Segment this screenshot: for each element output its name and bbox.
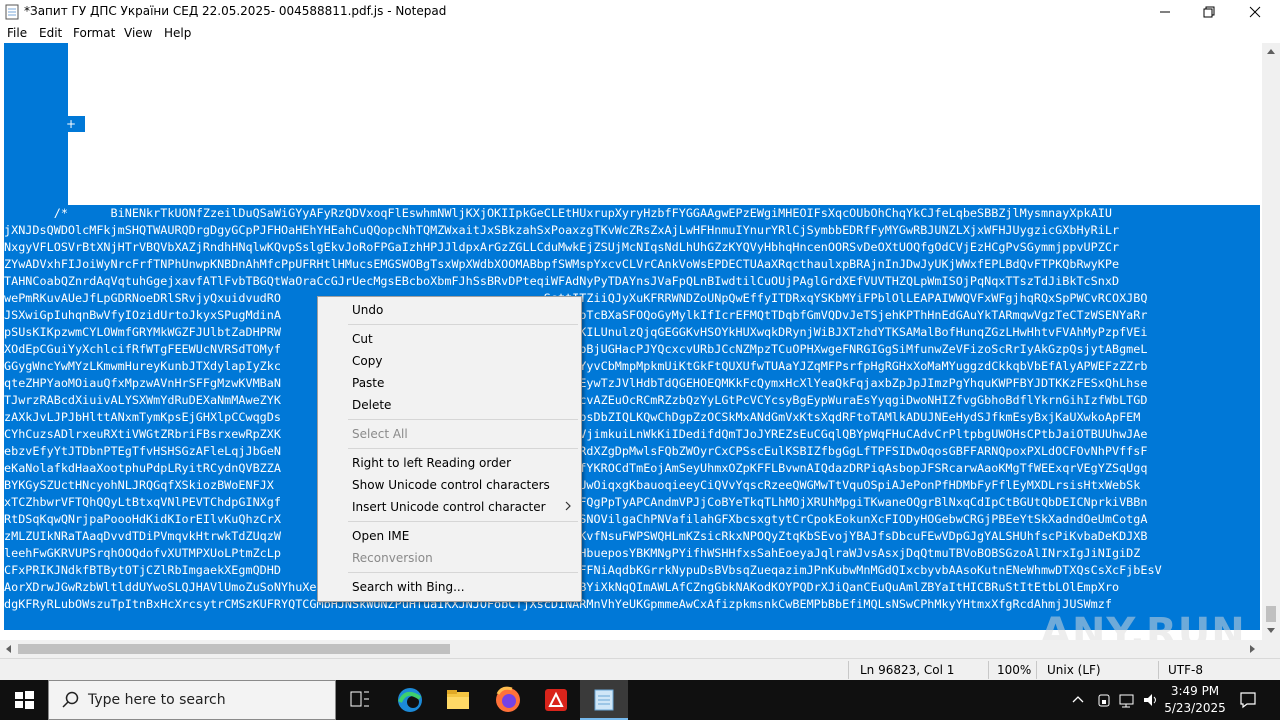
firefox-taskbar-button[interactable] xyxy=(484,680,532,720)
horizontal-scrollbar[interactable] xyxy=(0,640,1262,658)
context-menu-search-bing[interactable]: Search with Bing... xyxy=(318,576,581,598)
text-line: GGygWncYwMYzLKmwmHureyKunbJTXdylapIyZkc … xyxy=(4,358,1260,375)
menu-separator xyxy=(348,521,578,522)
clock-time[interactable]: 3:49 PM xyxy=(1160,684,1230,698)
text-line: RtDSqKqwQNrjpaPoooHdKidKIorEIlvKuQhzCrX … xyxy=(4,511,1260,528)
menu-view[interactable]: View xyxy=(124,26,152,40)
context-menu-undo[interactable]: Undo xyxy=(318,299,581,321)
menu-bar: File Edit Format View Help xyxy=(0,24,1280,43)
restore-icon xyxy=(1203,6,1215,18)
status-divider xyxy=(1158,661,1159,679)
window-title: *Запит ГУ ДПС України СЕД 22.05.2025- 00… xyxy=(24,4,447,18)
windows-logo-icon xyxy=(15,691,34,709)
text-line: ebzvEfyYtJTDbnPTEgTfvHSHSGzAFleLqjJbGeN … xyxy=(4,443,1260,460)
title-bar: *Запит ГУ ДПС України СЕД 22.05.2025- 00… xyxy=(0,0,1280,24)
vertical-scrollbar-graphics xyxy=(1266,49,1276,633)
encoding: UTF-8 xyxy=(1168,663,1203,677)
acrobat-taskbar-button[interactable] xyxy=(532,680,580,720)
close-button[interactable] xyxy=(1232,0,1278,24)
menu-separator xyxy=(348,572,578,573)
menu-edit[interactable]: Edit xyxy=(39,26,62,40)
line-ending: Unix (LF) xyxy=(1047,663,1101,677)
text-editor[interactable]: + /* BiNENkrTkUONfZzeilDuQSaWiGYyAFyRzQD… xyxy=(0,43,1262,640)
status-bar: Ln 96823, Col 1 100% Unix (LF) UTF-8 xyxy=(0,658,1280,681)
notepad-icon xyxy=(5,4,19,20)
context-menu-select-all: Select All xyxy=(352,427,408,441)
text-line: xTCZhbwrVFTQhQQyLtBtxqVNlPEVTChdpGINXgf … xyxy=(4,494,1260,511)
context-menu-delete[interactable]: Delete xyxy=(318,394,581,416)
text-line: zMLZUIkNRaTAaqDvvdTDiPVmqvkHtrwkTdZUqzW … xyxy=(4,528,1260,545)
context-menu-insert-unicode[interactable]: Insert Unicode control character xyxy=(318,496,581,518)
context-menu-reconversion: Reconversion xyxy=(352,551,433,565)
task-view-icon xyxy=(350,691,369,707)
context-menu-open-ime[interactable]: Open IME xyxy=(318,525,581,547)
search-icon xyxy=(62,691,79,708)
watermark-text: ANY.RUN xyxy=(1040,610,1246,640)
minimize-button[interactable] xyxy=(1142,0,1188,24)
search-placeholder: Type here to search xyxy=(88,692,226,708)
task-view-button[interactable] xyxy=(336,680,384,720)
context-menu: Undo Cut Copy Paste Delete Select All Ri… xyxy=(317,296,582,602)
text-line: TAHNCoabQZnrdAqVqtuhGgejxavfATlFvbTBGQtW… xyxy=(4,273,1260,290)
text-line: AorXDrwJGwRzbWltlddUYwoSLQJHAVlUmoZuSoNY… xyxy=(4,579,1260,596)
text-line: jXNJDsQWDOlcMFkjmSHQTWAURQDrgDgyGCpPJFHO… xyxy=(4,222,1260,239)
notepad-taskbar-button[interactable] xyxy=(580,680,628,720)
selection-highlight xyxy=(4,43,68,205)
text-line: wePmRKuvAUeJfLpGDRNoeDRlSRvjyQxuidvudRO … xyxy=(4,290,1260,307)
text-line: BYKGySZUctHNcyohNLJRQGqfXSkiozBWoENFJX t… xyxy=(4,477,1260,494)
notepad-icon xyxy=(594,689,614,711)
context-menu-copy[interactable]: Copy xyxy=(318,350,581,372)
cursor-position: Ln 96823, Col 1 xyxy=(860,663,955,677)
taskbar-search-box[interactable]: Type here to search xyxy=(48,680,336,720)
text-line: /* BiNENkrTkUONfZzeilDuQSaWiGYyAFyRzQDVx… xyxy=(4,205,1260,222)
menu-file[interactable]: File xyxy=(7,26,27,40)
status-divider xyxy=(848,661,849,679)
file-explorer-icon xyxy=(447,690,469,709)
maximize-button[interactable] xyxy=(1186,0,1232,24)
firefox-icon xyxy=(496,686,520,712)
text-line: CFxPRIKJNdkfBTBytOTjCZlRbImgaekXEgmQDHD … xyxy=(4,562,1260,579)
context-menu-paste[interactable]: Paste xyxy=(318,372,581,394)
close-icon xyxy=(1249,6,1261,18)
file-explorer-taskbar-button[interactable] xyxy=(434,680,482,720)
volume-icon[interactable] xyxy=(1142,692,1160,708)
text-line: TJwrzRABcdXiuivALYSXWmYdRuDEXaNmMAweZYK … xyxy=(4,392,1260,409)
text-line: ZYwADVxhFIJoiWyNrcFrfTNPhUnwpKNBDnAhMfcP… xyxy=(4,256,1260,273)
vertical-scrollbar[interactable] xyxy=(1262,43,1280,640)
network-icon[interactable] xyxy=(1118,692,1136,708)
acrobat-icon xyxy=(545,689,567,711)
minimize-icon xyxy=(1160,11,1170,13)
menu-separator xyxy=(348,448,578,449)
submenu-arrow-icon xyxy=(565,501,571,511)
notification-icon[interactable] xyxy=(1238,690,1258,710)
status-divider xyxy=(988,661,989,679)
text-line: CYhCuzsADlrxeuRXtiVWGtZRbriFBsrxewRpZXK … xyxy=(4,426,1260,443)
menu-format[interactable]: Format xyxy=(73,26,115,40)
edge-icon xyxy=(398,688,422,712)
text-line: zAXkJvLJPJbHlttANxmTymKpsEjGHXlpCCwqgDs … xyxy=(4,409,1260,426)
scrollbar-corner xyxy=(1262,640,1280,658)
chevron-up-icon[interactable] xyxy=(1070,692,1086,708)
context-menu-show-unicode[interactable]: Show Unicode control characters xyxy=(318,474,581,496)
menu-separator xyxy=(348,419,578,420)
text-line: JSXwiGpIuhqnBwVfyIOzidUrtoJkyxSPugMdinA … xyxy=(4,307,1260,324)
zoom-level: 100% xyxy=(997,663,1032,677)
horizontal-scrollbar-graphics xyxy=(6,644,1255,654)
start-button[interactable] xyxy=(0,680,48,720)
text-line: qteZHPYaoMOiauQfxMpzwAVnHrSFFgMzwKVMBaN … xyxy=(4,375,1260,392)
clock-date[interactable]: 5/23/2025 xyxy=(1160,701,1230,715)
status-divider xyxy=(1036,661,1037,679)
edge-taskbar-button[interactable] xyxy=(386,680,434,720)
text-line: pSUsKIKpzwmCYLOWmfGRYMkWGZFJUlbtZaDHPRW … xyxy=(4,324,1260,341)
menu-separator xyxy=(348,324,578,325)
context-menu-cut[interactable]: Cut xyxy=(318,328,581,350)
text-line: XOdEpCGuiYyXchlcifRfWTgFEEWUcNVRSdTOMyf … xyxy=(4,341,1260,358)
text-line: eKaNolafkdHaaXootphuPdpLRyitRCydnQVBZZA … xyxy=(4,460,1260,477)
menu-help[interactable]: Help xyxy=(164,26,191,40)
text-line: NxgyVFLOSVrBtXNjHTrVBQVbXAZjRndhHNqlwKQv… xyxy=(4,239,1260,256)
security-icon[interactable] xyxy=(1096,692,1112,708)
text-line: leehFwGKRVUPSrqhOOQdofvXUTMPXUoLPtmZcLp … xyxy=(4,545,1260,562)
context-menu-rtl-reading-order[interactable]: Right to left Reading order xyxy=(318,452,581,474)
plus-glyph: + xyxy=(62,116,85,132)
